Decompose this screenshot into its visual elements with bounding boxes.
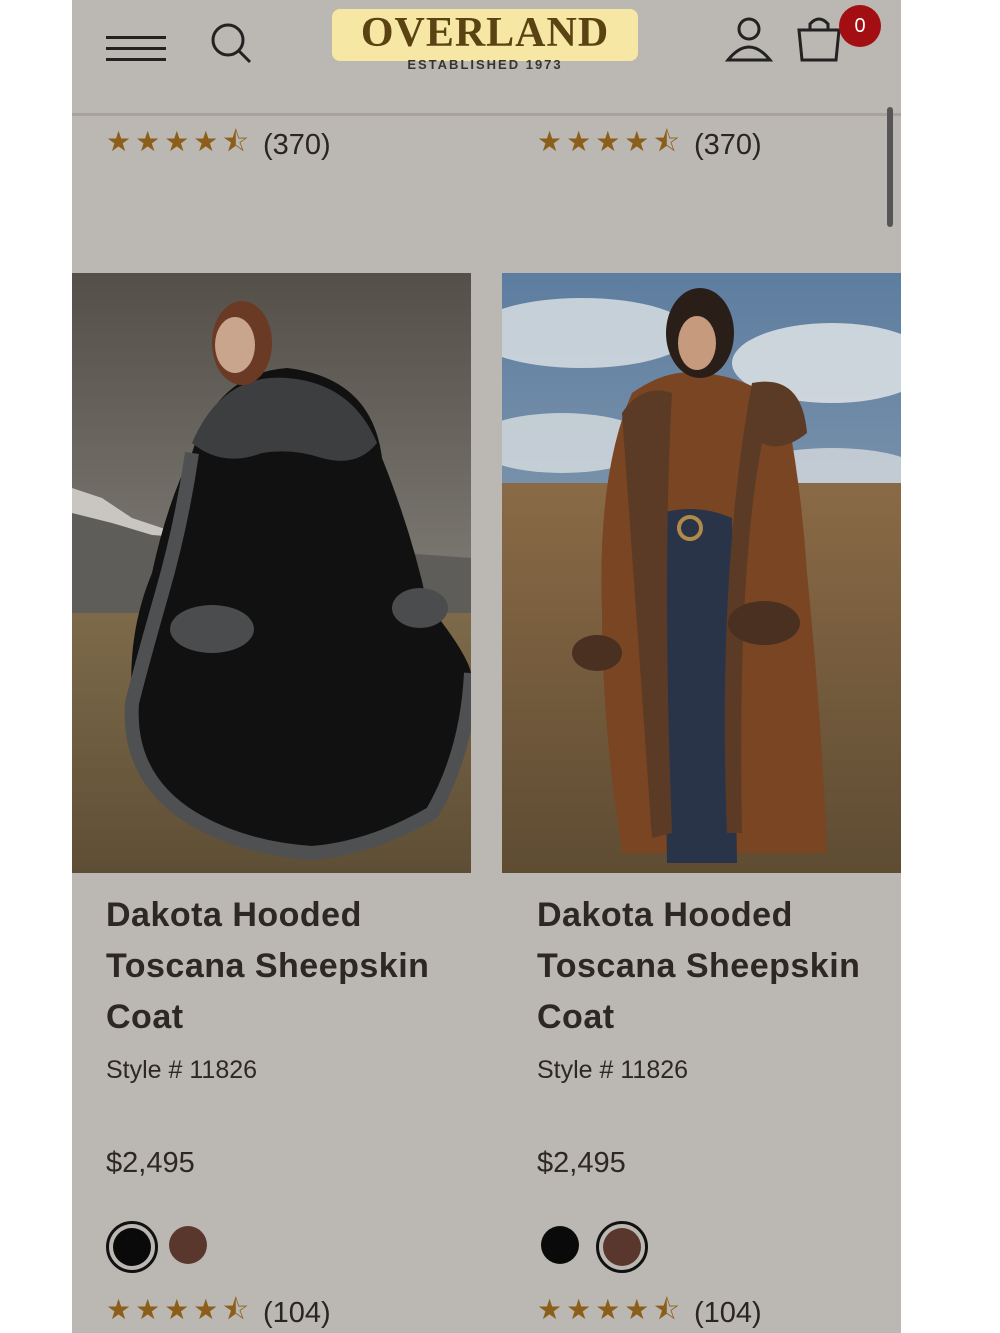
account-icon[interactable] (724, 16, 774, 62)
rating-previous-left[interactable]: ★★★★⯪ (370) (106, 126, 331, 162)
logo-tagline: ESTABLISHED 1973 (407, 57, 563, 72)
review-count: (104) (693, 1296, 762, 1329)
color-swatch-black[interactable] (106, 1221, 158, 1273)
color-swatch-brown[interactable] (169, 1226, 207, 1264)
star-rating-icon: ★★★★⯪ (106, 1294, 253, 1325)
product-rating[interactable]: ★★★★⯪ (104) (106, 1294, 331, 1330)
star-rating-icon: ★★★★⯪ (537, 1294, 684, 1325)
review-count: (370) (693, 128, 762, 161)
review-count: (104) (262, 1296, 331, 1329)
product-price: $2,495 (106, 1147, 195, 1179)
site-header: OVERLAND ESTABLISHED 1973 0 (72, 0, 901, 116)
product-name[interactable]: Dakota Hooded Toscana Sheepskin Coat (537, 890, 897, 1043)
star-rating-icon: ★★★★⯪ (537, 126, 684, 157)
color-swatch-black[interactable] (541, 1226, 579, 1264)
rating-previous-right[interactable]: ★★★★⯪ (370) (537, 126, 762, 162)
menu-button[interactable] (106, 34, 166, 64)
product-image-brown-coat[interactable] (502, 273, 901, 873)
product-price: $2,495 (537, 1147, 626, 1179)
product-rating[interactable]: ★★★★⯪ (104) (537, 1294, 762, 1330)
logo-wordmark: OVERLAND (360, 10, 610, 56)
product-style-number: Style # 11826 (106, 1056, 258, 1084)
color-swatch-brown[interactable] (596, 1221, 648, 1273)
product-style-number: Style # 11826 (537, 1056, 689, 1084)
star-rating-icon: ★★★★⯪ (106, 126, 253, 157)
shopping-bag-icon[interactable] (794, 14, 844, 64)
product-image-black-coat[interactable] (72, 273, 471, 873)
review-count: (370) (262, 128, 331, 161)
product-name[interactable]: Dakota Hooded Toscana Sheepskin Coat (106, 890, 466, 1043)
search-icon[interactable] (208, 20, 254, 66)
cart-count-badge: 0 (839, 5, 881, 47)
overland-logo[interactable]: OVERLAND (332, 9, 638, 61)
scrollbar[interactable] (887, 107, 893, 227)
product-listing-page: OVERLAND ESTABLISHED 1973 0 ★★★★⯪ (370) … (72, 0, 901, 1333)
